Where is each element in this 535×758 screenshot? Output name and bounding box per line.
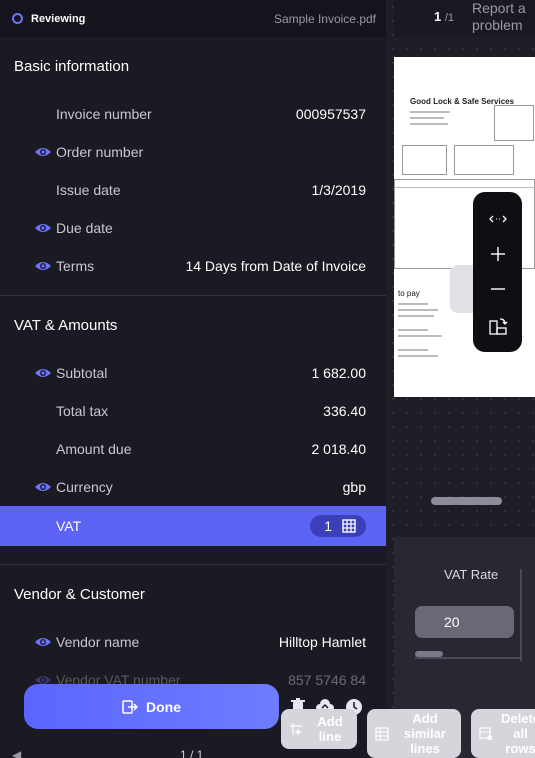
status-label: Reviewing xyxy=(31,12,86,25)
doc-text-line xyxy=(394,187,535,188)
section-title-vendor: Vendor & Customer xyxy=(14,585,145,603)
field-row[interactable]: Vendor name Hilltop Hamlet xyxy=(0,623,386,661)
add-line-button[interactable]: Add line xyxy=(281,709,357,749)
top-bar: Reviewing Sample Invoice.pdf xyxy=(0,0,386,37)
field-row[interactable]: Invoice number 000957537 xyxy=(0,95,386,133)
doc-text-line xyxy=(398,315,434,317)
doc-text-line xyxy=(410,117,444,119)
status-circle-icon xyxy=(12,13,23,24)
field-label: Subtotal xyxy=(56,365,108,381)
field-value[interactable]: 000957537 xyxy=(296,106,366,122)
field-label: Total tax xyxy=(56,403,109,419)
vat-rate-column-header: VAT Rate xyxy=(444,567,499,582)
section-title-vat: VAT & Amounts xyxy=(14,316,118,334)
field-value[interactable]: gbp xyxy=(343,479,366,495)
add-similar-lines-button[interactable]: Add similar lines xyxy=(367,709,461,758)
page-total: /1 xyxy=(444,12,455,24)
delete-all-rows-label: Delete all rows xyxy=(501,711,535,756)
status-badge: Reviewing xyxy=(12,13,85,25)
table-border xyxy=(415,657,522,659)
field-row[interactable]: Amount due 2 018.40 xyxy=(0,430,386,468)
delete-table-icon xyxy=(479,726,493,740)
doc-text-line xyxy=(398,303,428,305)
field-label: VAT xyxy=(56,518,82,534)
table-icon xyxy=(375,726,389,741)
eye-icon[interactable] xyxy=(34,146,52,158)
table-icon xyxy=(342,519,356,533)
vat-count-pill[interactable]: 1 xyxy=(310,515,366,537)
field-value[interactable]: 2 018.40 xyxy=(312,441,367,457)
delete-all-rows-button[interactable]: Delete all rows xyxy=(471,709,535,758)
table-border xyxy=(514,569,522,661)
add-similar-lines-label: Add similar lines xyxy=(404,711,446,756)
section-title-basic: Basic information xyxy=(14,57,130,75)
doc-text-line xyxy=(398,349,428,351)
field-row[interactable]: Currency gbp xyxy=(0,468,386,506)
doc-text-line xyxy=(398,309,438,311)
field-row[interactable]: Total tax 336.40 xyxy=(0,392,386,430)
table-scrollbar[interactable] xyxy=(415,651,443,657)
done-label: Done xyxy=(146,698,181,715)
field-label: Order number xyxy=(56,144,144,160)
report-problem-link[interactable]: Report a problem xyxy=(472,0,535,34)
vat-count: 1 xyxy=(324,518,332,534)
field-label: Invoice number xyxy=(56,106,152,122)
field-value[interactable]: 336.40 xyxy=(323,403,366,419)
add-row-icon xyxy=(290,723,302,735)
exit-icon xyxy=(122,699,138,714)
vat-rate-input[interactable]: 20 xyxy=(415,606,514,638)
file-name: Sample Invoice.pdf xyxy=(273,11,376,26)
field-row[interactable]: Order number xyxy=(0,133,386,171)
sidebar-panel: Reviewing Sample Invoice.pdf Basic infor… xyxy=(0,0,386,758)
field-value[interactable]: 857 5746 84 xyxy=(288,672,366,688)
doc-text-line xyxy=(398,355,438,357)
horizontal-scrollbar[interactable] xyxy=(431,497,502,505)
eye-icon[interactable] xyxy=(34,260,52,272)
field-label: Amount due xyxy=(56,441,132,457)
doc-text-line xyxy=(398,329,428,331)
eye-icon[interactable] xyxy=(34,367,52,379)
doc-to-pay: to pay xyxy=(398,289,420,298)
field-label: Due date xyxy=(56,220,113,236)
eye-icon[interactable] xyxy=(34,481,52,493)
add-line-label: Add line xyxy=(317,714,343,744)
doc-address-box xyxy=(454,145,514,175)
fit-width-icon[interactable] xyxy=(473,204,522,234)
doc-text-line xyxy=(410,111,450,113)
doc-info-box xyxy=(494,105,534,141)
pager: 1 / 1 xyxy=(180,748,204,758)
field-row[interactable]: Terms 14 Days from Date of Invoice xyxy=(0,247,386,285)
field-label: Currency xyxy=(56,479,113,495)
field-label: Issue date xyxy=(56,182,121,198)
page-number: 1 xyxy=(434,9,442,24)
previous-page-icon[interactable]: ◀ xyxy=(12,748,21,758)
field-value[interactable]: 1/3/2019 xyxy=(312,182,367,198)
zoom-toolbar xyxy=(473,192,522,352)
page-counter: 1 /1 xyxy=(434,9,454,24)
doc-address-box xyxy=(402,145,447,175)
eye-icon[interactable] xyxy=(34,222,52,234)
eye-icon[interactable] xyxy=(34,636,52,648)
field-label: Terms xyxy=(56,258,95,274)
field-row[interactable]: Subtotal 1 682.00 xyxy=(0,354,386,392)
field-row[interactable]: Due date xyxy=(0,209,386,247)
field-value[interactable]: 14 Days from Date of Invoice xyxy=(185,258,366,274)
field-label: Vendor name xyxy=(56,634,140,650)
vat-row[interactable]: VAT 1 xyxy=(0,506,386,546)
doc-text-line xyxy=(398,335,442,337)
zoom-out-icon[interactable] xyxy=(473,274,522,304)
rotate-page-icon[interactable] xyxy=(473,311,522,341)
field-value[interactable]: Hilltop Hamlet xyxy=(279,634,366,650)
field-row[interactable]: Issue date 1/3/2019 xyxy=(0,171,386,209)
zoom-in-icon[interactable] xyxy=(473,239,522,269)
doc-text-line xyxy=(410,123,448,125)
field-value[interactable]: 1 682.00 xyxy=(312,365,367,381)
done-button[interactable]: Done xyxy=(24,684,279,729)
